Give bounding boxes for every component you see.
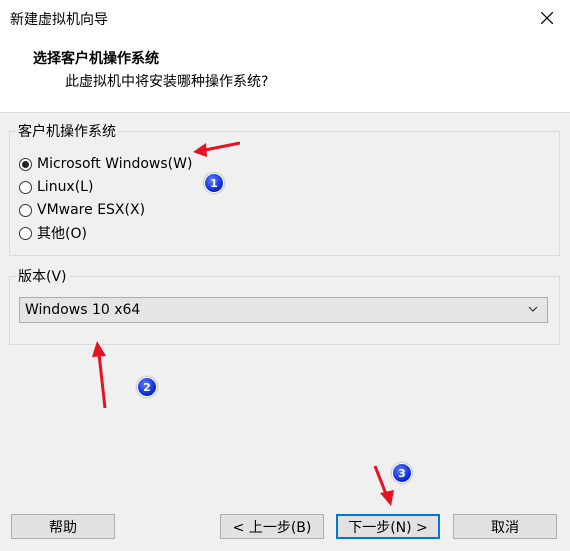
annotation-marker-3: 3 [392,463,412,483]
annotation-marker-1: 1 [204,173,224,193]
annotation-arrow-3 [373,465,394,506]
annotation-marker-2: 2 [137,377,157,397]
